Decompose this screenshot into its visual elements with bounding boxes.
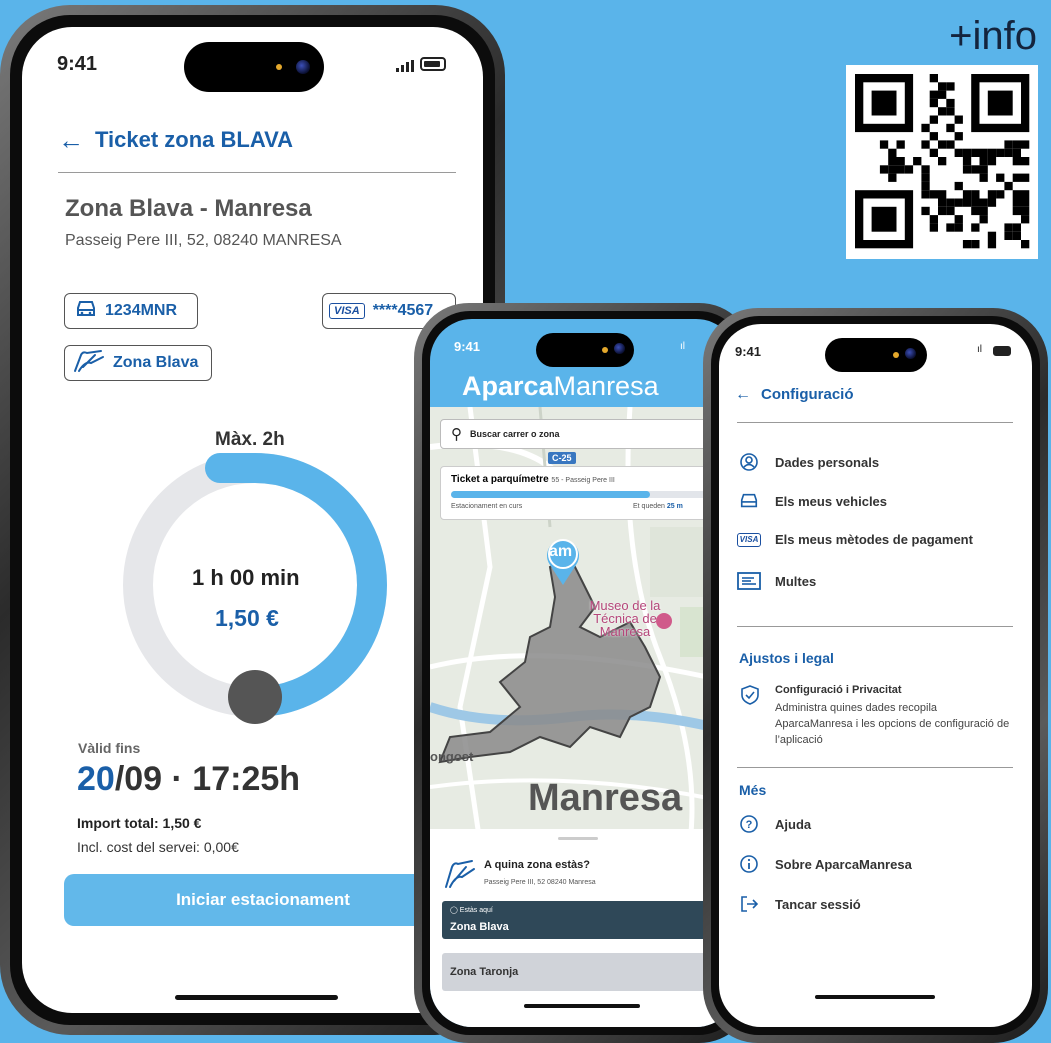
svg-text:?: ? xyxy=(746,819,753,831)
search-bar[interactable]: ⚲ Buscar carrer o zona xyxy=(440,419,730,449)
ticket-subtitle: 55 - Passeig Pere III xyxy=(551,477,615,484)
time-ring[interactable] xyxy=(117,447,407,737)
ring-knob xyxy=(228,670,283,724)
section-legal: Ajustos i legal xyxy=(739,650,834,666)
parking-zone-icon xyxy=(442,859,476,894)
battery-icon xyxy=(420,57,446,71)
brand-bold: Aparca xyxy=(462,371,554,401)
map-city-label: Manresa xyxy=(528,777,683,819)
brand-title: AparcaManresa xyxy=(462,371,659,402)
zone-sheet: A quina zona estàs? Passeig Pere III, 52… xyxy=(430,829,738,1027)
zone-option-label: Zona Taronja xyxy=(450,966,519,978)
parking-zone-icon xyxy=(71,349,105,378)
back-arrow-icon[interactable]: ← xyxy=(58,125,84,156)
zone-chip-label: Zona Blava xyxy=(113,354,199,371)
settings-item[interactable]: Dades personals xyxy=(737,452,879,472)
settings-item[interactable]: Els meus vehicles xyxy=(737,492,887,510)
elapsed-time: 1 h 00 min xyxy=(192,565,300,590)
museum-icon xyxy=(656,613,672,629)
car-icon xyxy=(737,492,761,510)
ticket-icon xyxy=(737,572,761,590)
valid-rest: /09 · 17:25h xyxy=(114,760,301,798)
zone-name: Zona Blava - Manresa xyxy=(65,195,312,222)
valid-day: 20 xyxy=(77,760,115,798)
shield-icon xyxy=(739,684,761,711)
price: 1,50 € xyxy=(215,605,279,631)
zone-address: Passeig Pere III, 52, 08240 MANRESA xyxy=(65,232,342,249)
settings-item[interactable]: VISA Els meus mètodes de pagament xyxy=(736,532,973,547)
qr-code[interactable] xyxy=(846,65,1038,259)
map-pin-icon[interactable]: am xyxy=(544,535,582,587)
map-label-left: ongost xyxy=(430,749,474,764)
logout-icon xyxy=(737,894,761,914)
status-time: 9:41 xyxy=(735,344,762,359)
page-title: Configuració xyxy=(761,386,854,403)
zone-option-blava[interactable]: ◯ Estàs aquí Zona Blava xyxy=(442,901,732,939)
settings-item-label: Multes xyxy=(775,573,817,589)
privacy-description: Administra quines dades recopila AparcaM… xyxy=(775,702,1010,746)
settings-item-label: Tancar sessió xyxy=(775,896,861,912)
back-arrow-icon[interactable]: ← xyxy=(735,386,751,404)
ticket-title: Ticket a parquímetre xyxy=(451,474,549,485)
settings-item[interactable]: Multes xyxy=(737,572,816,590)
zone-option-taronja[interactable]: Zona Taronja xyxy=(442,953,732,991)
settings-item-label: Els meus mètodes de pagament xyxy=(775,532,973,547)
signal-icon: ıl xyxy=(680,341,685,352)
settings-item-label: Sobre AparcaManresa xyxy=(775,856,912,872)
settings-item-label: Dades personals xyxy=(775,454,880,470)
plate-chip[interactable]: 1234MNR xyxy=(64,293,198,329)
signal-icon xyxy=(396,59,414,72)
valid-until: 20/09 · 17:25h xyxy=(77,760,300,799)
privacy-item[interactable]: Configuració i Privacitat Administra qui… xyxy=(739,682,1019,754)
search-icon: ⚲ xyxy=(451,426,462,443)
total-amount: Import total: 1,50 € xyxy=(77,815,202,831)
page-title: Ticket zona BLAVA xyxy=(95,127,294,152)
car-icon xyxy=(75,300,97,323)
user-icon xyxy=(737,452,761,472)
ticket-progress xyxy=(451,491,706,498)
brand-light: Manresa xyxy=(553,371,659,401)
road-badge: C-25 xyxy=(548,452,576,464)
zone-option-label: Zona Blava xyxy=(450,921,509,933)
privacy-title: Configuració i Privacitat xyxy=(775,684,902,696)
valid-label: Vàlid fins xyxy=(78,740,141,756)
start-parking-label: Iniciar estacionament xyxy=(176,890,350,909)
settings-item[interactable]: ? Ajuda xyxy=(737,814,811,834)
search-input[interactable]: Buscar carrer o zona xyxy=(470,429,560,439)
zone-chip[interactable]: Zona Blava xyxy=(64,345,212,381)
settings-item[interactable]: Sobre AparcaManresa xyxy=(737,854,912,874)
location-icon: ◯ xyxy=(450,907,458,914)
phone-settings: 9:41 ıl ← Configuració Dades personals El… xyxy=(703,308,1048,1043)
settings-item[interactable]: Tancar sessió xyxy=(737,894,861,914)
settings-item-label: Els meus vehicles xyxy=(775,493,888,509)
info-label: +info xyxy=(949,14,1037,58)
section-more: Més xyxy=(739,782,767,798)
status-time: 9:41 xyxy=(454,339,481,354)
card-number: ****4567 xyxy=(372,302,434,319)
visa-icon: VISA xyxy=(329,303,365,319)
info-icon xyxy=(737,854,761,874)
plate-number: 1234MNR xyxy=(105,302,178,319)
help-icon: ? xyxy=(737,814,761,834)
ticket-status: Estacionament en curs xyxy=(451,503,523,510)
status-time: 9:41 xyxy=(57,53,98,75)
remaining-prefix: Et queden xyxy=(633,503,665,510)
settings-item-label: Ajuda xyxy=(775,816,812,832)
battery-icon xyxy=(993,346,1011,356)
you-are-here: Estàs aquí xyxy=(459,907,493,914)
zone-question: A quina zona estàs? xyxy=(484,859,590,871)
visa-icon: VISA xyxy=(736,532,762,547)
active-ticket-card[interactable]: Ticket a parquímetre 55 - Passeig Pere I… xyxy=(440,466,732,520)
pin-label: am xyxy=(549,543,573,560)
remaining-time: 25 m xyxy=(666,503,683,510)
start-parking-button[interactable]: Iniciar estacionament xyxy=(64,874,462,926)
settings-list: Dades personals Els meus vehicles VISA Els … xyxy=(736,452,1017,612)
signal-icon: ıl xyxy=(977,344,982,355)
zone-sheet-address: Passeig Pere III, 52 08240 Manresa xyxy=(484,879,596,886)
more-list: ? Ajuda Sobre AparcaManresa Tancar sessió xyxy=(737,814,1017,944)
service-cost: Incl. cost del servei: 0,00€ xyxy=(77,839,239,855)
